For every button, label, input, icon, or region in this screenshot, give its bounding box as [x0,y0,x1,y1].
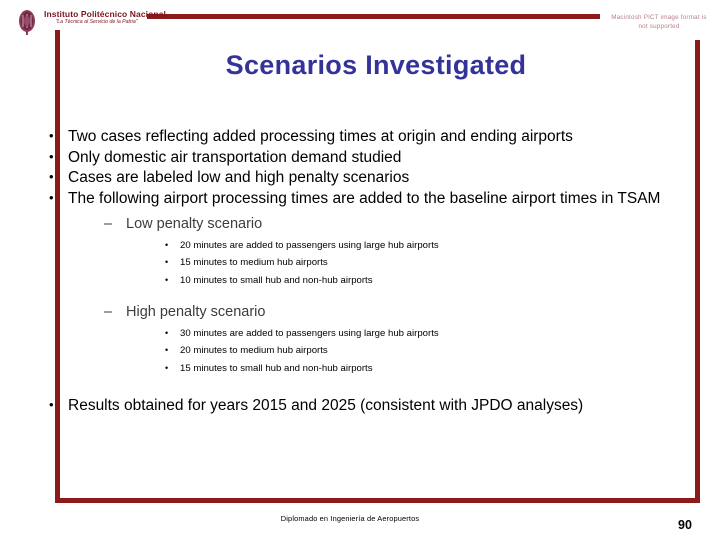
bullet-marker-icon: • [165,257,169,268]
institution-name: Instituto Politécnico Nacional [44,9,167,19]
scenario-detail: 30 minutes are added to passengers using… [180,327,439,339]
list-item: • The following airport processing times… [36,189,686,378]
frame-rule-top [147,14,600,19]
list-item: • 30 minutes are added to passengers usi… [163,325,686,343]
bullet-marker-icon: • [49,190,54,206]
bullet-marker-icon: • [165,345,169,356]
scenario-detail: 10 minutes to small hub and non-hub airp… [180,275,373,286]
list-item: • Only domestic air transportation deman… [36,148,686,168]
scenario-high-penalty: – High penalty scenario • 30 minutes are… [104,303,686,378]
list-item: • Cases are labeled low and high penalty… [36,168,686,188]
footer-text: Diplomado en Ingeniería de Aeropuertos [280,514,420,523]
list-item: • 15 minutes to medium hub airports [163,254,686,272]
list-item: • Two cases reflecting added processing … [36,127,686,147]
dash-marker-icon: – [104,303,113,320]
bullet-marker-icon: • [49,148,54,164]
frame-rule-bottom [55,498,700,503]
bullet-marker-icon: • [49,396,54,412]
bullet-marker-icon: • [165,275,169,285]
bullet-text: Cases are labeled low and high penalty s… [68,169,410,187]
scenario-label: Low penalty scenario [126,215,263,232]
ipn-seal-icon [19,10,35,35]
frame-rule-right [695,40,700,503]
bullet-text: Results obtained for years 2015 and 2025… [68,396,584,414]
page-title: Scenarios Investigated [225,50,527,80]
scenario-detail: 15 minutes to small hub and non-hub airp… [180,363,373,375]
list-item: • Results obtained for years 2015 and 20… [36,396,686,416]
bullet-marker-icon: • [165,327,169,338]
dash-marker-icon: – [104,215,113,232]
scenario-low-penalty: – Low penalty scenario • 20 minutes are … [104,215,686,290]
slide: Instituto Politécnico Nacional "La Técni… [0,0,720,540]
scenario-label: High penalty scenario [126,303,266,320]
list-item: • 10 minutes to small hub and non-hub ai… [163,272,686,290]
slide-body: • Two cases reflecting added processing … [36,127,686,416]
bullet-marker-icon: • [49,169,54,185]
scenario-detail: 20 minutes are added to passengers using… [180,239,439,251]
pict-image-placeholder: Macintosh PICT image format is not suppo… [611,14,707,31]
scenario-list: – Low penalty scenario • 20 minutes are … [68,215,686,378]
bullet-text: Only domestic air transportation demand … [68,148,402,166]
bullet-marker-icon: • [49,128,54,143]
bullet-marker-icon: • [165,363,169,374]
bullet-text: The following airport processing times a… [68,190,661,208]
bullet-list: • Two cases reflecting added processing … [36,127,686,415]
bullet-marker-icon: • [165,239,169,250]
scenario-low-penalty-items: • 20 minutes are added to passengers usi… [126,237,686,290]
bullet-text: Two cases reflecting added processing ti… [68,128,573,145]
scenario-high-penalty-items: • 30 minutes are added to passengers usi… [126,325,686,378]
list-item: • 15 minutes to small hub and non-hub ai… [163,360,686,378]
list-item: • 20 minutes are added to passengers usi… [163,237,686,255]
scenario-detail: 15 minutes to medium hub airports [180,257,328,269]
institution-logo: Instituto Politécnico Nacional "La Técni… [44,9,167,25]
scenario-detail: 20 minutes to medium hub airports [180,345,328,357]
list-item: • 20 minutes to medium hub airports [163,342,686,360]
page-number: 90 [678,518,692,532]
institution-tagline: "La Técnica al Servicio de la Patria" [55,18,138,25]
